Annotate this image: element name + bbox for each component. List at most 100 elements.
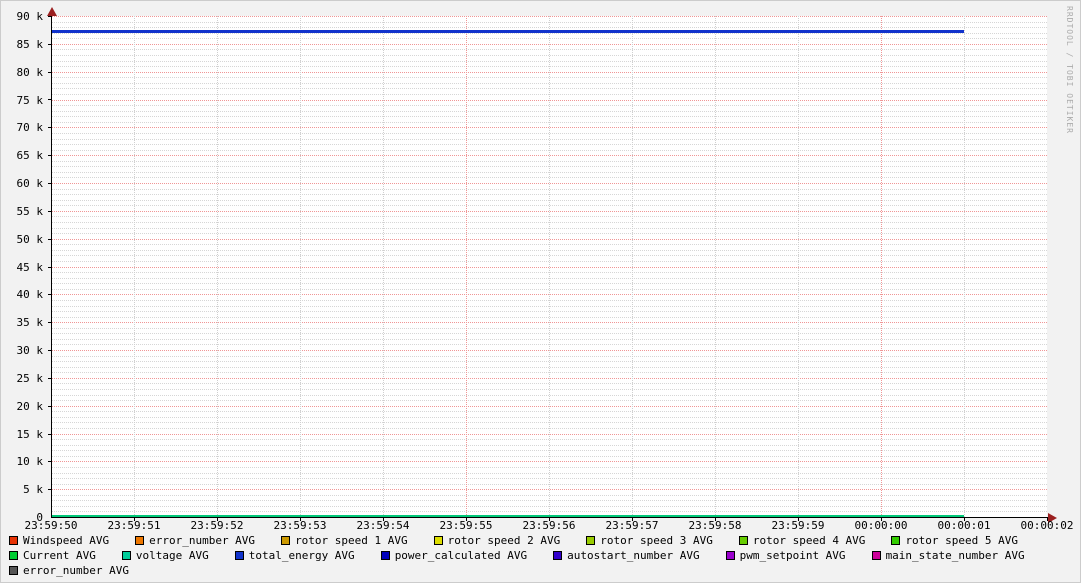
legend-label: Windspeed AVG — [23, 534, 110, 547]
y-axis-label: 10 k — [16, 455, 44, 469]
x-axis-tick — [300, 518, 301, 521]
legend-item: total_energy AVG — [234, 549, 355, 562]
legend-swatch — [725, 551, 735, 560]
x-axis-tick — [1047, 518, 1048, 521]
legend-item: rotor speed 4 AVG — [738, 534, 865, 547]
gridline-minor-v — [383, 16, 384, 517]
gridline-minor-v — [632, 16, 633, 517]
y-axis-label: 70 k — [16, 121, 44, 135]
y-axis-tick — [48, 16, 51, 17]
legend-swatch — [9, 566, 18, 575]
legend-item: error_number AVG — [9, 564, 129, 577]
y-axis-label: 20 k — [16, 399, 44, 413]
y-axis-label: 35 k — [16, 316, 44, 330]
legend-item: rotor speed 3 AVG — [586, 534, 713, 547]
legend-label: pwm_setpoint AVG — [739, 549, 846, 562]
y-axis-tick — [48, 294, 51, 295]
legend-swatch — [380, 551, 390, 560]
x-axis-label: 23:59:50 — [24, 519, 78, 532]
legend-item: rotor speed 2 AVG — [433, 534, 561, 547]
x-axis-tick — [798, 518, 799, 521]
rrdtool-graph: 05 k 10 k 15 k 20 k 25 k 30 k 35 k 40 k 45 k 50 k… — [0, 0, 1081, 583]
legend-label: total_energy AVG — [248, 549, 355, 562]
legend-label: rotor speed 1 AVG — [295, 534, 408, 547]
x-axis-tick — [964, 518, 965, 521]
y-axis-label: 65 k — [16, 149, 44, 163]
legend-label: rotor speed 2 AVG — [447, 534, 561, 547]
y-axis-tick — [48, 378, 51, 379]
x-axis-label: 00:00:01 — [937, 519, 991, 532]
legend-item: error_number AVG — [135, 534, 255, 547]
legend-swatch — [871, 551, 881, 560]
y-axis-tick — [48, 461, 51, 462]
y-axis-label: 80 k — [16, 65, 44, 79]
legend-label: rotor speed 3 AVG — [600, 534, 713, 547]
total-energy-line — [51, 30, 964, 33]
legend-label: autostart_number AVG — [567, 549, 700, 562]
legend-swatch — [234, 551, 244, 560]
legend-swatch — [433, 536, 443, 545]
x-axis-label: 23:59:56 — [522, 519, 576, 532]
legend-swatch — [738, 536, 748, 545]
legend-swatch — [121, 551, 131, 560]
y-axis-label: 15 k — [16, 427, 44, 441]
x-axis-tick — [383, 518, 384, 521]
x-axis-tick — [549, 518, 550, 521]
y-axis-label: 90 k — [16, 10, 44, 23]
gridline-major-v — [466, 16, 467, 517]
y-axis-label: 45 k — [16, 260, 44, 274]
x-axis-label: 00:00:00 — [854, 519, 908, 532]
y-axis-tick — [48, 99, 51, 100]
y-axis-tick — [48, 44, 51, 45]
y-axis-tick — [48, 127, 51, 128]
y-axis-tick — [48, 211, 51, 212]
legend-swatch — [586, 536, 596, 545]
legend-item: power_calculated AVG — [380, 549, 527, 562]
y-axis-tick — [48, 72, 51, 73]
y-axis-label: 75 k — [16, 93, 44, 107]
legend-swatch — [553, 551, 563, 560]
gridline-minor-v — [134, 16, 135, 517]
gridline-minor-v — [798, 16, 799, 517]
y-axis-line — [51, 10, 52, 518]
y-axis-tick — [48, 239, 51, 240]
x-axis-label: 23:59:57 — [605, 519, 659, 532]
y-axis-label: 30 k — [16, 344, 44, 357]
x-axis-label: 23:59:51 — [107, 519, 161, 532]
legend-label: rotor speed 5 AVG — [905, 534, 1019, 547]
y-axis-tick — [48, 322, 51, 323]
x-axis-label: 23:59:52 — [190, 519, 244, 532]
x-axis-tick — [632, 518, 633, 521]
y-axis-label: 60 k — [16, 177, 44, 190]
legend-label: error_number AVG — [149, 534, 256, 547]
gridline-minor-v — [964, 16, 965, 517]
legend-label: main_state_number AVG — [885, 549, 1025, 562]
legend-item: rotor speed 1 AVG — [281, 534, 408, 547]
y-axis-tick — [48, 406, 51, 407]
legend-row: Windspeed AVG error_number AVG rotor speed… — [9, 533, 1025, 548]
x-axis-tick — [134, 518, 135, 521]
legend-swatch — [135, 536, 145, 545]
y-axis-tick — [48, 183, 51, 184]
x-axis-tick — [466, 518, 467, 521]
plot-area — [51, 16, 1047, 517]
y-axis-label: 50 k — [16, 232, 44, 246]
legend-item: rotor speed 5 AVG — [891, 534, 1018, 547]
x-axis-label: 23:59:58 — [688, 519, 742, 532]
y-axis-label: 25 k — [16, 371, 44, 385]
legend-row: error_number AVG — [9, 563, 1025, 578]
x-axis-label: 23:59:54 — [356, 519, 410, 532]
legend-item: Windspeed AVG — [9, 534, 109, 547]
legend-item: Current AVG — [9, 549, 96, 562]
y-axis-label: 85 k — [16, 37, 44, 51]
y-axis-tick — [48, 434, 51, 435]
gridline-major-v — [881, 16, 882, 517]
legend-label: voltage AVG — [135, 549, 209, 562]
x-axis-line — [51, 517, 1050, 518]
legend-swatch — [891, 536, 901, 545]
y-axis-tick — [48, 489, 51, 490]
legend-item: main_state_number AVG — [871, 549, 1025, 562]
legend-row: Current AVG voltage AVG total_energy AVG po… — [9, 548, 1025, 563]
y-axis-label: 5 k — [23, 483, 43, 497]
rrdtool-watermark: RRDTOOL / TOBI OETIKER — [1065, 6, 1074, 134]
